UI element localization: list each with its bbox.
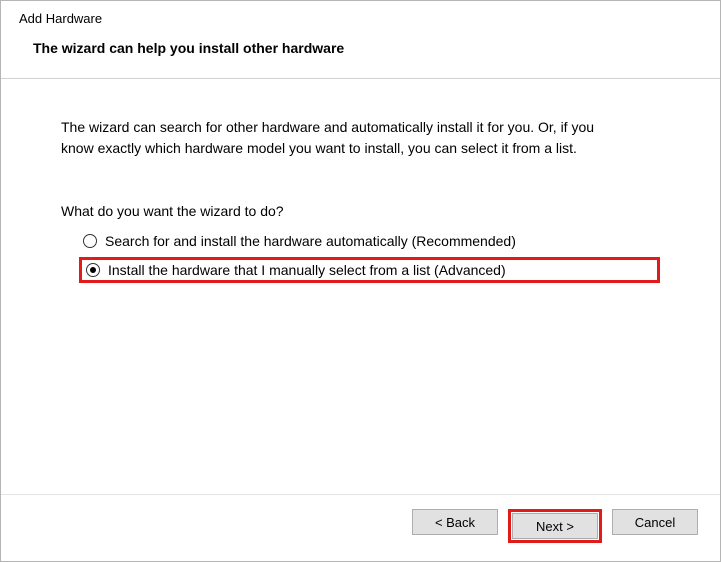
option-auto-search-label: Search for and install the hardware auto… [105,233,516,249]
option-auto-search[interactable]: Search for and install the hardware auto… [79,231,660,251]
wizard-header: Add Hardware The wizard can help you ins… [1,1,720,78]
wizard-prompt: What do you want the wizard to do? [61,203,660,219]
radio-icon [86,263,100,277]
radio-selected-dot [90,267,96,273]
option-manual-select-label: Install the hardware that I manually sel… [108,262,506,278]
next-button[interactable]: Next > [512,513,598,539]
back-button-wrap: < Back [412,509,498,543]
next-button-wrap: Next > [508,509,602,543]
radio-icon [83,234,97,248]
wizard-description: The wizard can search for other hardware… [61,117,621,159]
cancel-button-wrap: Cancel [612,509,698,543]
window-title: Add Hardware [19,11,702,26]
option-group: Search for and install the hardware auto… [79,231,660,283]
cancel-button[interactable]: Cancel [612,509,698,535]
add-hardware-wizard: Add Hardware The wizard can help you ins… [0,0,721,562]
wizard-subtitle: The wizard can help you install other ha… [33,40,702,56]
option-manual-select[interactable]: Install the hardware that I manually sel… [79,257,660,283]
wizard-body: The wizard can search for other hardware… [1,79,720,494]
back-button[interactable]: < Back [412,509,498,535]
wizard-footer: < Back Next > Cancel [1,494,720,561]
